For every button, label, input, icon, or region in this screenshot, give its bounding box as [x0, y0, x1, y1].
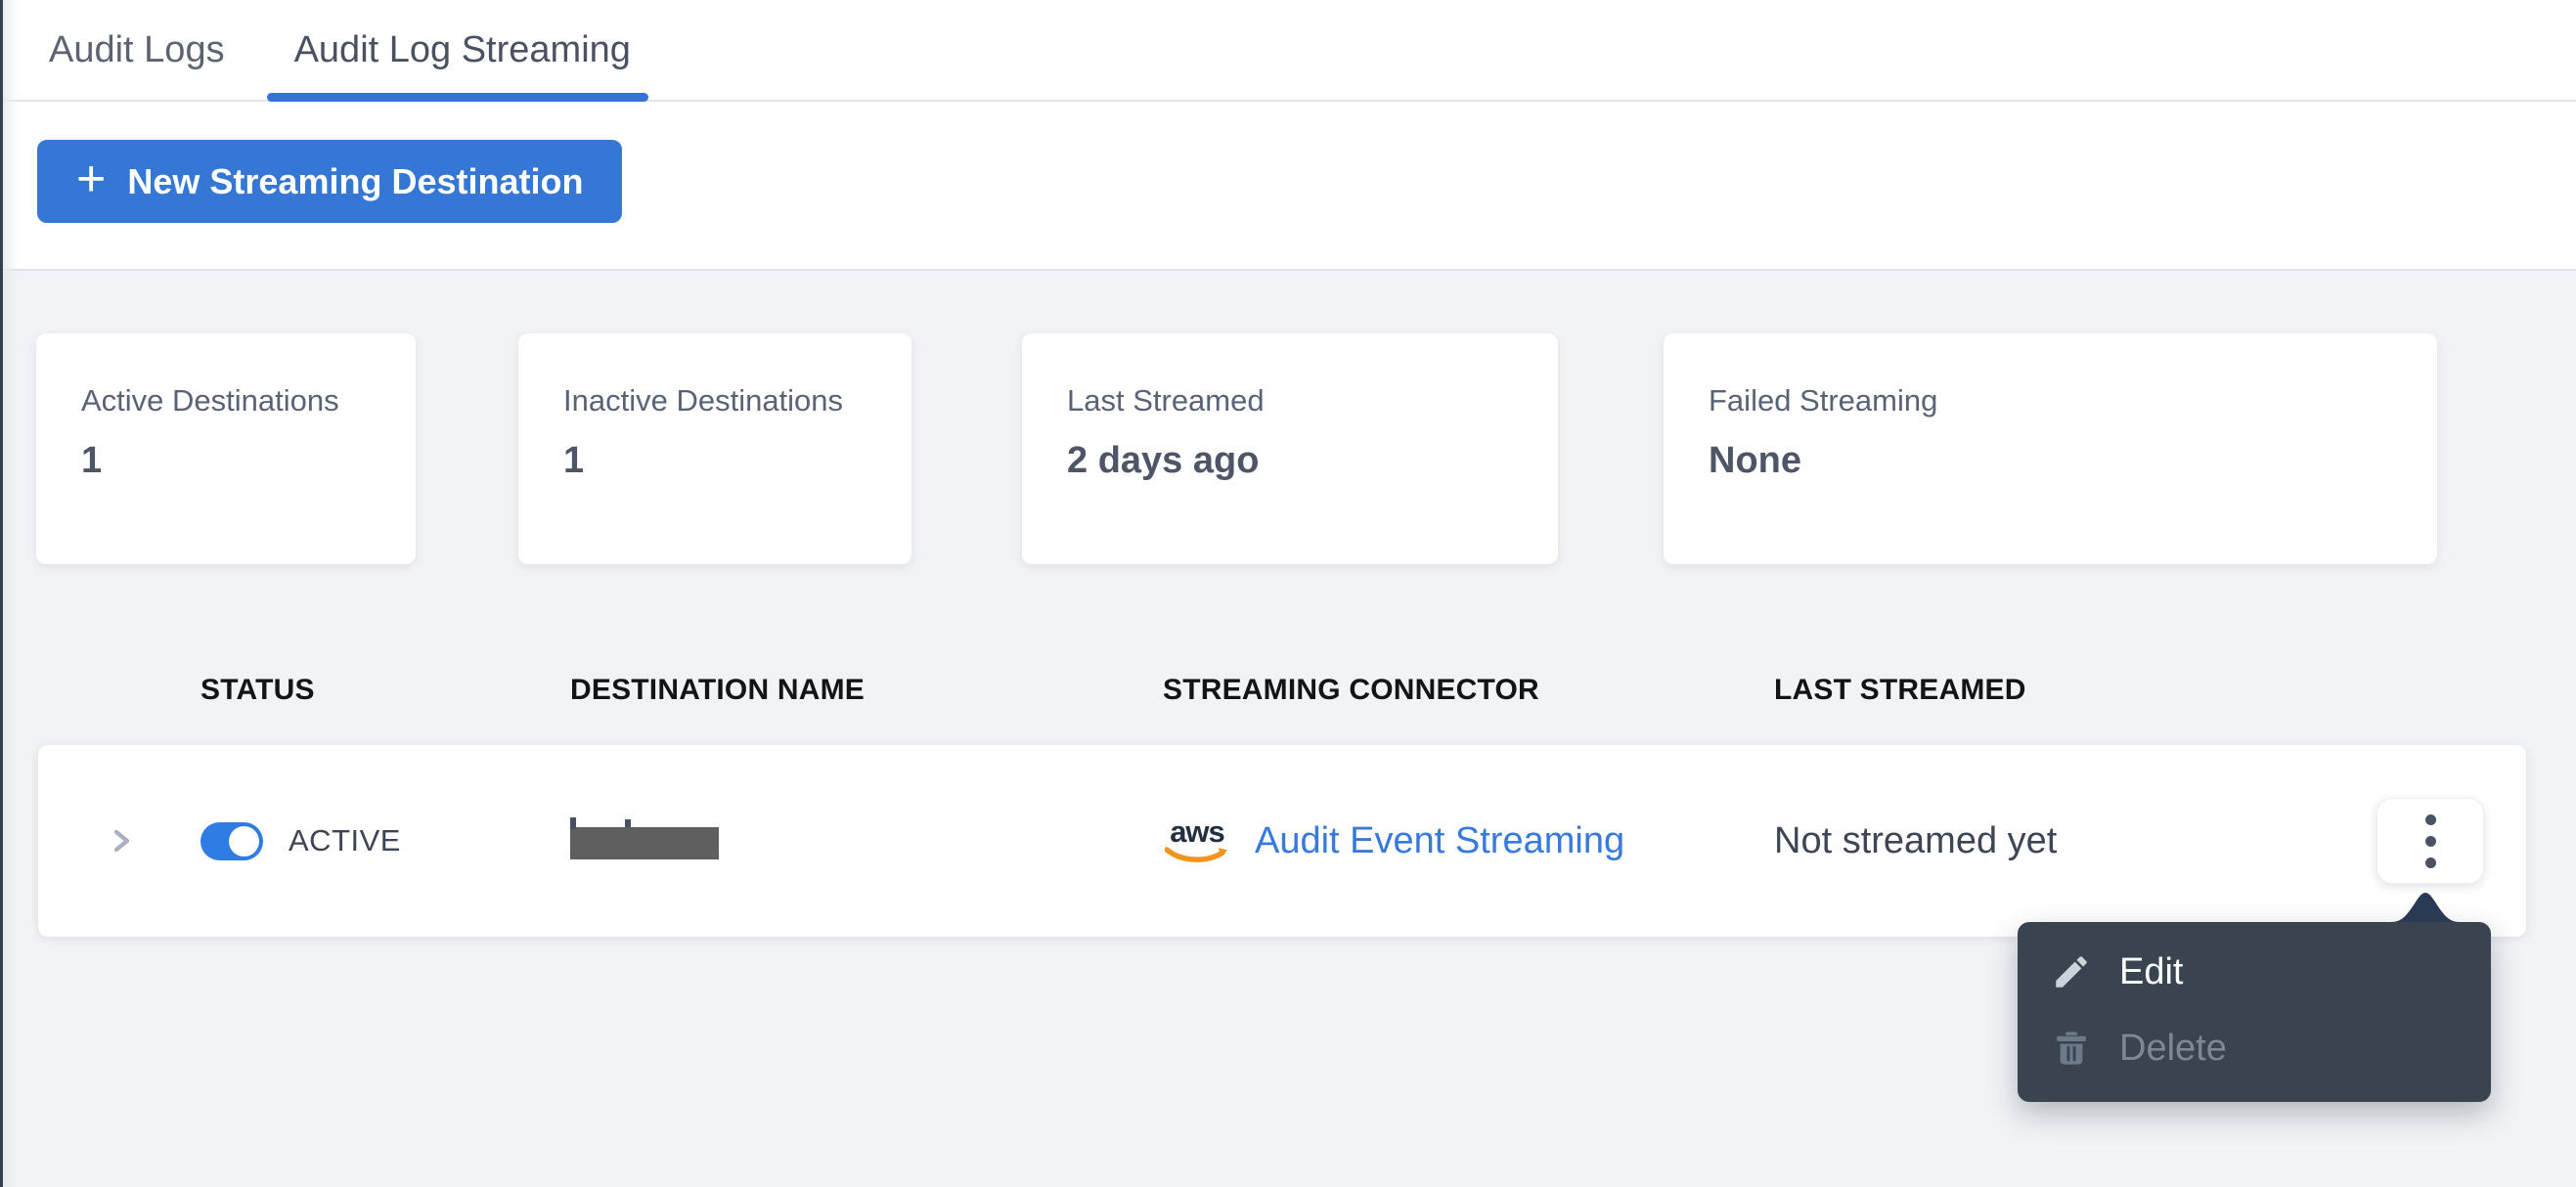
- streaming-connector-cell: aws Audit Event Streaming: [1163, 816, 1774, 866]
- audit-log-streaming-panel: Active Destinations 1 Inactive Destinati…: [0, 271, 2576, 937]
- kebab-dot: [2424, 835, 2436, 847]
- expand-row-control[interactable]: [38, 826, 200, 856]
- tab-label: Audit Logs: [49, 28, 225, 70]
- stat-card-failed-streaming: Failed Streaming None: [1664, 333, 2437, 564]
- column-header-streaming-connector: STREAMING CONNECTOR: [1163, 674, 1539, 706]
- column-header-last-streamed: LAST STREAMED: [1774, 674, 2026, 706]
- context-menu-caret-icon: [2391, 889, 2460, 922]
- tab-bar: Audit Logs Audit Log Streaming: [0, 0, 2576, 102]
- menu-item-label: Edit: [2119, 950, 2184, 992]
- stat-label: Inactive Destinations: [563, 383, 844, 418]
- pencil-icon: [2056, 956, 2087, 988]
- aws-logo-text: aws: [1170, 813, 1225, 849]
- stat-card-last-streamed: Last Streamed 2 days ago: [1022, 333, 1558, 564]
- stat-card-inactive-destinations: Inactive Destinations 1: [518, 333, 911, 564]
- column-header-destination-name: DESTINATION NAME: [570, 674, 865, 706]
- redaction-artifact: [570, 816, 576, 829]
- window-left-edge-shadow: [3, 0, 18, 1187]
- status-label: ACTIVE: [289, 823, 401, 857]
- column-header-status: STATUS: [200, 674, 315, 706]
- menu-item-delete[interactable]: Delete: [2018, 1010, 2491, 1086]
- new-streaming-destination-label: New Streaming Destination: [127, 160, 584, 201]
- row-actions-cell: [2292, 798, 2526, 884]
- row-actions-menu-button[interactable]: [2376, 798, 2484, 884]
- row-context-menu: Edit Delete: [2018, 922, 2491, 1102]
- toolbar: + New Streaming Destination: [0, 102, 2576, 271]
- kebab-dot: [2424, 857, 2436, 868]
- connector-link[interactable]: Audit Event Streaming: [1255, 820, 1624, 862]
- stat-value: 1: [563, 440, 585, 482]
- destination-name-cell: [570, 816, 1163, 859]
- stat-label: Failed Streaming: [1709, 383, 1938, 418]
- stat-value: 2 days ago: [1067, 440, 1260, 482]
- stat-value: 1: [81, 440, 103, 482]
- stat-card-active-destinations: Active Destinations 1: [36, 333, 416, 564]
- stat-label: Active Destinations: [81, 383, 339, 418]
- last-streamed-cell: Not streamed yet: [1774, 819, 2058, 861]
- status-cell: ACTIVE: [200, 821, 570, 860]
- stat-label: Last Streamed: [1067, 383, 1265, 418]
- table-header-row: STATUS DESTINATION NAME STREAMING CONNEC…: [38, 674, 2526, 707]
- trash-icon: [2057, 1032, 2086, 1065]
- stats-row: Active Destinations 1 Inactive Destinati…: [36, 333, 2576, 564]
- status-toggle[interactable]: [200, 821, 263, 860]
- tab-label: Audit Log Streaming: [293, 28, 631, 70]
- destination-table-row: ACTIVE aws Audit Event Streaming Not str…: [38, 745, 2526, 937]
- aws-smile-icon: [1165, 846, 1227, 862]
- chevron-right-icon: [113, 829, 130, 853]
- aws-logo-icon: aws: [1163, 816, 1231, 866]
- destination-name-redacted: [570, 816, 719, 859]
- stat-value: None: [1709, 440, 1801, 482]
- new-streaming-destination-button[interactable]: + New Streaming Destination: [37, 140, 623, 223]
- toggle-knob: [229, 825, 259, 857]
- tab-audit-log-streaming[interactable]: Audit Log Streaming: [266, 0, 658, 102]
- kebab-dot: [2424, 813, 2436, 825]
- window-left-edge: [0, 0, 3, 1187]
- active-tab-underline: [266, 93, 648, 102]
- tab-audit-logs[interactable]: Audit Logs: [22, 0, 252, 100]
- menu-item-edit[interactable]: Edit: [2018, 934, 2491, 1010]
- redaction-artifact: [625, 818, 631, 827]
- menu-item-label: Delete: [2119, 1027, 2227, 1069]
